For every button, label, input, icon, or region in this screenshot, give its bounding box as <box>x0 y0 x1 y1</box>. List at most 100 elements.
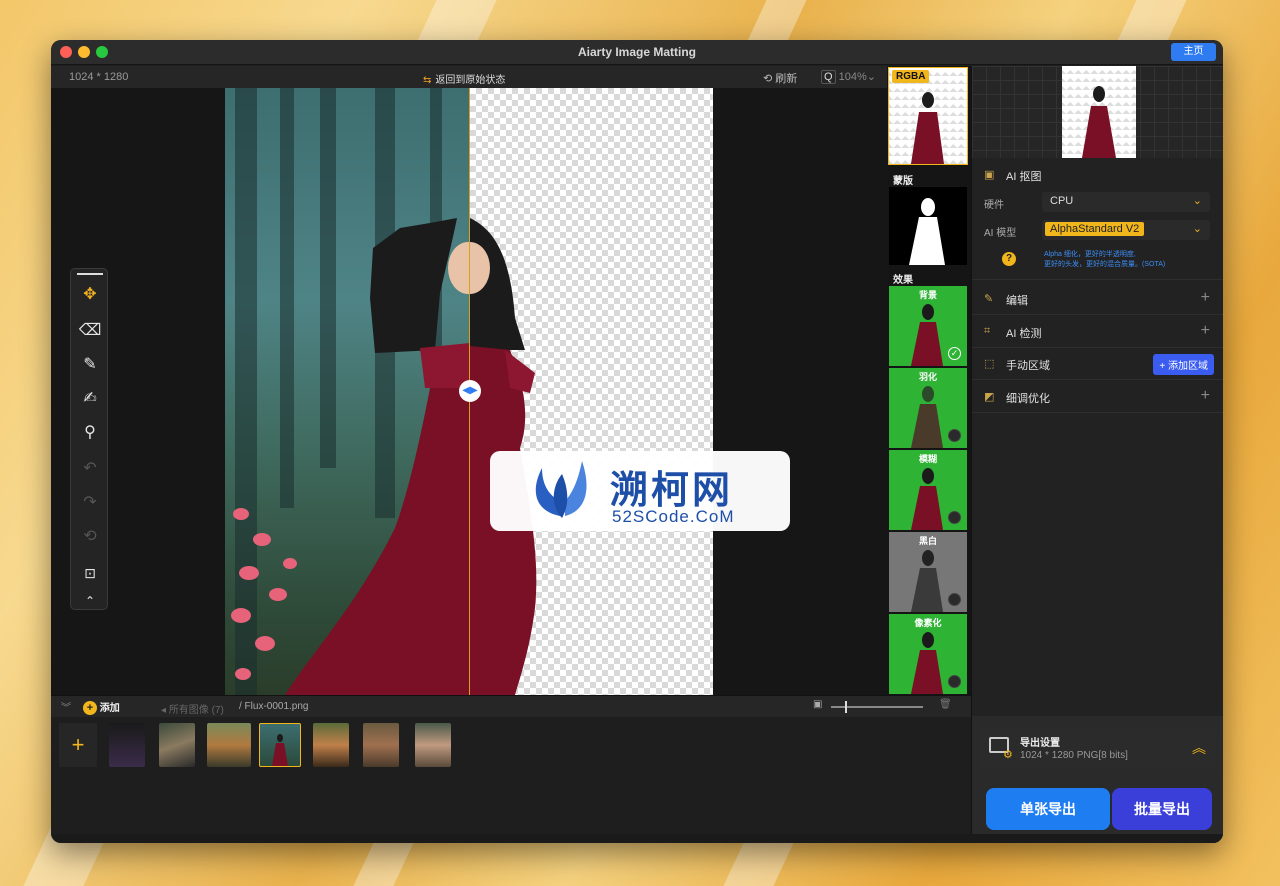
ai-matting-label: AI 抠图 <box>1006 171 1042 183</box>
hardware-select[interactable]: CPU ⌄ <box>1042 192 1210 212</box>
toggle-icon[interactable] <box>948 511 961 524</box>
chevron-down-icon: ⌄ <box>866 71 876 83</box>
toggle-icon[interactable] <box>948 429 961 442</box>
paint-roller-icon[interactable]: ⚲ <box>78 421 102 445</box>
mask-label: 蒙版 <box>893 176 913 187</box>
original-photo <box>225 88 470 695</box>
effect-background[interactable]: 背景 ✓ <box>889 286 967 366</box>
status-bar <box>51 834 1223 843</box>
model-select[interactable]: AlphaStandard V2 ⌄ <box>1042 220 1210 240</box>
export-single-button[interactable]: 单张导出 <box>986 788 1110 830</box>
undo-icon[interactable]: ↶ <box>78 457 102 481</box>
tool-palette: ✥ ⌫ ✎ ✍ ⚲ ↶ ↷ ⟲ ⊡ ⌃ <box>70 268 108 610</box>
collapse-icon[interactable]: ⌃ <box>78 589 102 613</box>
back-icon: ◂ <box>161 705 167 716</box>
plus-icon[interactable]: + <box>1201 289 1210 307</box>
reset-button[interactable]: ⇆ 返回到原始状态 <box>423 71 505 86</box>
image-thumb[interactable] <box>415 723 451 767</box>
add-region-label: 添加区域 <box>1168 361 1208 372</box>
collapse-icon[interactable]: ︾ <box>61 699 71 714</box>
plus-icon[interactable]: + <box>1201 387 1210 405</box>
refresh-label: 刷新 <box>775 73 798 85</box>
window-title: Aiarty Image Matting <box>577 45 697 59</box>
path-all[interactable]: ◂ 所有图像 (7) <box>161 701 224 716</box>
effect-feather[interactable]: 羽化 <box>889 368 967 448</box>
effects-label: 效果 <box>893 275 913 286</box>
export-batch-button[interactable]: 批量导出 <box>1112 788 1212 830</box>
add-image-tile[interactable]: + <box>59 723 97 767</box>
wing-logo-icon <box>535 461 587 518</box>
move-tool-icon[interactable]: ✥ <box>78 283 102 307</box>
reset-icon[interactable]: ⟲ <box>78 525 102 549</box>
plus-circle-icon: + <box>83 701 97 715</box>
hardware-value: CPU <box>1050 195 1074 207</box>
path-file: / Flux-0001.png <box>239 701 309 712</box>
image-thumb[interactable] <box>207 723 251 767</box>
refine-icon: ◩ <box>984 391 995 403</box>
plus-icon[interactable]: + <box>1201 322 1210 340</box>
subject-silhouette <box>285 218 470 695</box>
preview-strip: RGBA 蒙版 效果 背景 ✓ 羽化 模糊 黑白 像素化 <box>887 66 971 695</box>
image-thumb-selected[interactable] <box>259 723 301 767</box>
reset-label: 返回到原始状态 <box>435 75 506 86</box>
hardware-label: 硬件 <box>984 200 1004 211</box>
model-label: AI 模型 <box>984 228 1017 239</box>
edit-icon: ✎ <box>984 293 994 305</box>
trash-icon[interactable]: 🗑 <box>939 699 952 710</box>
edit-label: 编辑 <box>1006 295 1028 307</box>
manual-region-label: 手动区域 <box>1006 360 1050 372</box>
path-all-label: 所有图像 (7) <box>168 705 224 716</box>
redo-icon[interactable]: ↷ <box>78 491 102 515</box>
brush-icon[interactable]: ✎ <box>78 353 102 377</box>
ai-detect-label: AI 检测 <box>1006 328 1042 340</box>
transparent-preview <box>470 88 713 695</box>
effect-blur[interactable]: 模糊 <box>889 450 967 530</box>
export-settings[interactable]: ⚙ 导出设置 1024 * 1280 PNG[8 bits] ︽ <box>980 728 1216 768</box>
smart-brush-icon[interactable]: ✍ <box>78 387 102 411</box>
image-thumb[interactable] <box>363 723 399 767</box>
model-desc-line2: 更好的头发，更好的混合质量。(SOTA) <box>1044 261 1166 268</box>
canvas-stage[interactable]: ◀▶ ✥ ⌫ ✎ ✍ ⚲ ↶ ↷ ⟲ ⊡ ⌃ 溯柯网 52SCode.CoM <box>51 88 887 695</box>
watermark: 溯柯网 52SCode.CoM <box>490 451 790 531</box>
crop-icon[interactable]: ⊡ <box>78 561 102 585</box>
check-icon: ✓ <box>948 347 961 360</box>
compare-handle[interactable]: ◀▶ <box>459 380 481 402</box>
help-icon[interactable]: ? <box>1002 252 1016 266</box>
toggle-icon[interactable] <box>948 593 961 606</box>
image-thumb[interactable] <box>109 723 145 767</box>
add-region-button[interactable]: + 添加区域 <box>1153 354 1214 375</box>
chevron-down-icon: ⌄ <box>1192 223 1202 235</box>
export-title: 导出设置 <box>1020 738 1060 749</box>
right-panel: ▣ AI 抠图 硬件 CPU ⌄ AI 模型 AlphaStandard V2 … <box>971 66 1223 843</box>
effect-grayscale[interactable]: 黑白 <box>889 532 967 612</box>
toggle-icon[interactable] <box>948 675 961 688</box>
selection-icon: ⬚ <box>984 358 995 370</box>
image-thumb[interactable] <box>159 723 195 767</box>
refresh-button[interactable]: ⟲ 刷新 <box>763 70 797 86</box>
rgba-thumb[interactable]: RGBA <box>888 67 968 165</box>
image-thumb[interactable] <box>313 723 349 767</box>
model-desc-line1: Alpha 细化，更好的半透明度, <box>1044 251 1136 258</box>
zoom-value: 104% <box>838 71 867 83</box>
mask-thumb[interactable] <box>889 187 967 265</box>
refresh-icon: ⟲ <box>763 73 773 85</box>
thumbnail-size-slider[interactable] <box>831 701 923 713</box>
app-window: Aiarty Image Matting 主页 1024 * 1280 ⇆ 返回到… <box>51 40 1223 843</box>
add-button[interactable]: + 添加 <box>83 699 120 715</box>
thumbnail-size-icon[interactable]: ▣ <box>813 699 822 710</box>
home-button[interactable]: 主页 <box>1171 43 1216 61</box>
watermark-url: 52SCode.CoM <box>612 507 735 526</box>
zoom-control[interactable]: Q 104%⌄ <box>821 70 876 84</box>
canvas-toolbar: 1024 * 1280 ⇆ 返回到原始状态 ⟲ 刷新 Q 104%⌄ <box>51 66 887 88</box>
bottom-bar: ︾ + 添加 ◂ 所有图像 (7) / Flux-0001.png ▣ 🗑 <box>51 695 971 717</box>
refine-label: 细调优化 <box>1006 393 1050 405</box>
eraser-icon[interactable]: ⌫ <box>78 319 102 343</box>
scan-icon: ⌗ <box>984 325 991 337</box>
add-label: 添加 <box>99 703 120 714</box>
export-info: 1024 * 1280 PNG[8 bits] <box>1020 750 1128 761</box>
image-icon: ▣ <box>984 169 995 181</box>
expand-icon[interactable]: ︽ <box>1192 738 1206 758</box>
swap-icon: ⇆ <box>423 75 432 86</box>
image-dimensions: 1024 * 1280 <box>69 71 129 83</box>
effect-pixelate[interactable]: 像素化 <box>889 614 967 694</box>
